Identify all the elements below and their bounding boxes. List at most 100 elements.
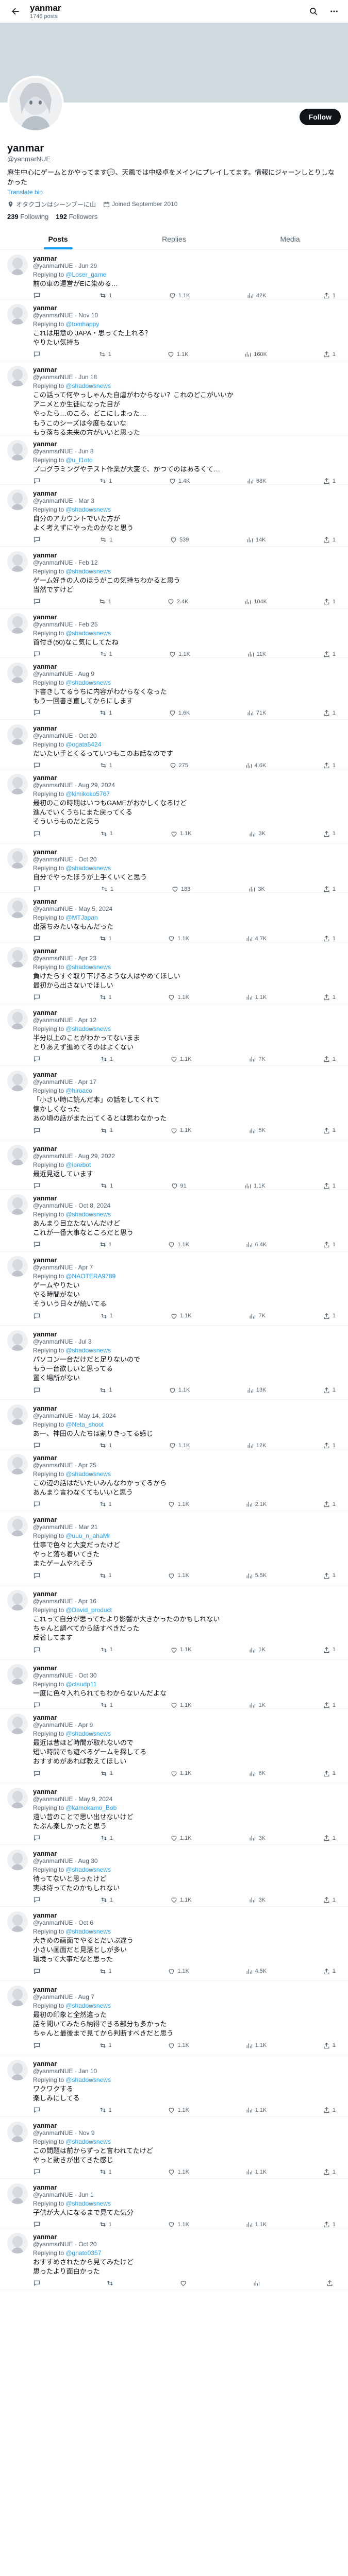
tweet-avatar[interactable] — [7, 773, 28, 794]
tweet-action-views[interactable]: 13K — [246, 1386, 266, 1394]
tweet-author-name[interactable]: yanmar — [33, 1911, 341, 1920]
tweet-action-retweet[interactable]: 1 — [100, 830, 113, 838]
tweet-action-retweet[interactable]: 1 — [99, 709, 112, 717]
tweet[interactable]: yanmar @yanmarNUE · Apr 7 Replying to @NAO… — [0, 1251, 348, 1326]
tweet-action-like[interactable]: 1.1K — [168, 2106, 189, 2114]
tweet-action-share[interactable]: 1 — [323, 477, 336, 484]
tweet-action-like[interactable]: 1.1K — [168, 2168, 189, 2176]
tweet[interactable]: yanmar @yanmarNUE · Apr 16 Replying to @Da… — [0, 1585, 348, 1659]
replying-to-handle[interactable]: @shadowsnews — [65, 1025, 111, 1032]
tweet-author-name[interactable]: yanmar — [33, 304, 341, 312]
tweet-author-name[interactable]: yanmar — [33, 2233, 341, 2241]
tweet-author-name[interactable]: yanmar — [33, 2183, 341, 2192]
tweet-avatar[interactable] — [7, 439, 28, 461]
back-button[interactable] — [6, 2, 25, 21]
tweet-action-views[interactable]: 1.1K — [244, 1182, 266, 1189]
tweet[interactable]: yanmar @yanmarNUE · Apr 23 Replying to @sh… — [0, 942, 348, 1004]
replying-to-handle[interactable]: @shadowsnews — [65, 963, 111, 971]
tweet-author-name[interactable]: yanmar — [33, 551, 341, 560]
replying-to-handle[interactable]: @gnato0357 — [65, 2249, 101, 2257]
tweet-action-retweet[interactable]: 1 — [98, 598, 111, 605]
tweet-action-share[interactable]: 1 — [323, 1770, 336, 1777]
tweet-action-views[interactable]: 6K — [248, 1770, 266, 1777]
tweet[interactable]: yanmar @yanmarNUE · Aug 7 Replying to @sha… — [0, 1981, 348, 2055]
tweet-action-like[interactable]: 1.1K — [169, 1386, 190, 1394]
tweet-action-views[interactable]: 1.1K — [245, 2221, 267, 2228]
tweet-avatar[interactable] — [7, 2121, 28, 2142]
tweet-action-like[interactable] — [179, 2279, 189, 2287]
tweet-action-views[interactable]: 1.1K — [245, 2168, 267, 2176]
tweet-action-share[interactable]: 1 — [323, 1834, 336, 1842]
tweet[interactable]: yanmar @yanmarNUE · Oct 20 Replying to @gn… — [0, 2228, 348, 2290]
tweet-action-retweet[interactable]: 1 — [99, 1386, 112, 1394]
tweet[interactable]: yanmar @yanmarNUE · Feb 12 Replying to @sh… — [0, 547, 348, 608]
replying-to-handle[interactable]: @ctsudp11 — [65, 1681, 96, 1688]
tweet-avatar[interactable] — [7, 1070, 28, 1091]
follow-button[interactable]: Follow — [299, 109, 341, 125]
tweet-avatar[interactable] — [7, 1404, 28, 1425]
replying-to-handle[interactable]: @shadowsnews — [65, 1730, 111, 1737]
tweet-action-like[interactable]: 1.1K — [170, 1312, 192, 1320]
tweet-author-name[interactable]: yanmar — [33, 1330, 341, 1338]
tweet-action-share[interactable]: 1 — [323, 709, 336, 717]
tweet-action-reply[interactable] — [33, 1646, 43, 1654]
tweet-action-reply[interactable] — [33, 1572, 43, 1580]
tweet-action-views[interactable]: 5.5K — [245, 1572, 267, 1580]
tweet[interactable]: yanmar @yanmarNUE · Oct 30 Replying to @ct… — [0, 1659, 348, 1709]
tweet-action-share[interactable]: 1 — [323, 2042, 336, 2049]
tweet-action-views[interactable]: 2.1K — [245, 1500, 267, 1508]
tweet-author-name[interactable]: yanmar — [33, 1850, 341, 1858]
tweet-action-views[interactable]: 1K — [248, 1701, 266, 1708]
tweet-action-like[interactable]: 1.1K — [168, 935, 189, 942]
tweet-avatar[interactable] — [7, 946, 28, 968]
tweet-action-retweet[interactable]: 1 — [99, 1968, 112, 1975]
replying-to-handle[interactable]: @shadowsnews — [65, 1211, 111, 1218]
tweet-action-share[interactable]: 1 — [323, 1386, 336, 1394]
tweet-avatar[interactable] — [7, 1144, 28, 1165]
replying-to-handle[interactable]: @shadowsnews — [65, 2138, 111, 2145]
tweet-action-reply[interactable] — [33, 477, 43, 484]
tweet-author-name[interactable]: yanmar — [33, 947, 341, 955]
tweet-action-views[interactable]: 7K — [248, 1055, 266, 1063]
tweet-action-reply[interactable] — [33, 350, 43, 358]
tweet[interactable]: yanmar @yanmarNUE · Jun 1 Replying to @sha… — [0, 2179, 348, 2228]
tweet-action-like[interactable]: 1.1K — [168, 1572, 189, 1580]
tweet-action-reply[interactable] — [33, 1500, 43, 1508]
tweet-author-name[interactable]: yanmar — [33, 1454, 341, 1462]
replying-to-handle[interactable]: @kamokamo_Bob — [65, 1804, 117, 1811]
tweet-avatar[interactable] — [7, 254, 28, 275]
tweet-action-like[interactable]: 1.1K — [168, 993, 189, 1001]
tweet-avatar[interactable] — [7, 1453, 28, 1475]
tweet-action-share[interactable]: 1 — [323, 1055, 336, 1063]
tweet[interactable]: yanmar @yanmarNUE · Aug 30 Replying to @sh… — [0, 1845, 348, 1907]
tweet-action-share[interactable]: 1 — [323, 1968, 336, 1975]
tweet-action-share[interactable]: 1 — [323, 761, 336, 769]
tweet-avatar[interactable] — [7, 848, 28, 869]
tweet-action-like[interactable]: 1.1K — [170, 1834, 192, 1842]
tweet-action-views[interactable]: 104K — [244, 598, 267, 605]
replying-to-handle[interactable]: @uuu_n_ahaMr — [65, 1532, 110, 1539]
tweet-action-retweet[interactable]: 1 — [100, 650, 112, 657]
replying-to-handle[interactable]: @shadowsnews — [65, 382, 111, 389]
tweet-avatar[interactable] — [7, 897, 28, 918]
tweet-avatar[interactable] — [7, 1713, 28, 1734]
tweet-author-name[interactable]: yanmar — [33, 1664, 341, 1672]
replying-to-handle[interactable]: @shadowsnews — [65, 865, 111, 872]
tweet-action-like[interactable]: 183 — [171, 885, 190, 892]
tweet-avatar[interactable] — [7, 489, 28, 510]
tweet-action-views[interactable]: 3K — [248, 1896, 266, 1904]
more-options-button[interactable] — [326, 4, 342, 19]
tweet-action-reply[interactable] — [33, 1055, 43, 1063]
tweet-action-like[interactable]: 1.6K — [169, 709, 190, 717]
replying-to-handle[interactable]: @David_product — [65, 1606, 112, 1614]
tweet-action-like[interactable]: 1.1K — [170, 1896, 192, 1904]
replying-to-handle[interactable]: @MTJapan — [65, 914, 97, 921]
tweet-action-reply[interactable] — [33, 2042, 43, 2049]
tweet-action-like[interactable]: 1.4K — [169, 477, 190, 484]
tweet-action-reply[interactable] — [33, 1834, 43, 1842]
tweet-action-retweet[interactable]: 1 — [99, 2106, 112, 2114]
tweet-action-like[interactable]: 1.1K — [170, 1127, 192, 1134]
tweet-avatar[interactable] — [7, 1787, 28, 1808]
tweet-action-like[interactable]: 91 — [171, 1182, 187, 1189]
tweet[interactable]: yanmar @yanmarNUE · Oct 20 Replying to @og… — [0, 720, 348, 769]
